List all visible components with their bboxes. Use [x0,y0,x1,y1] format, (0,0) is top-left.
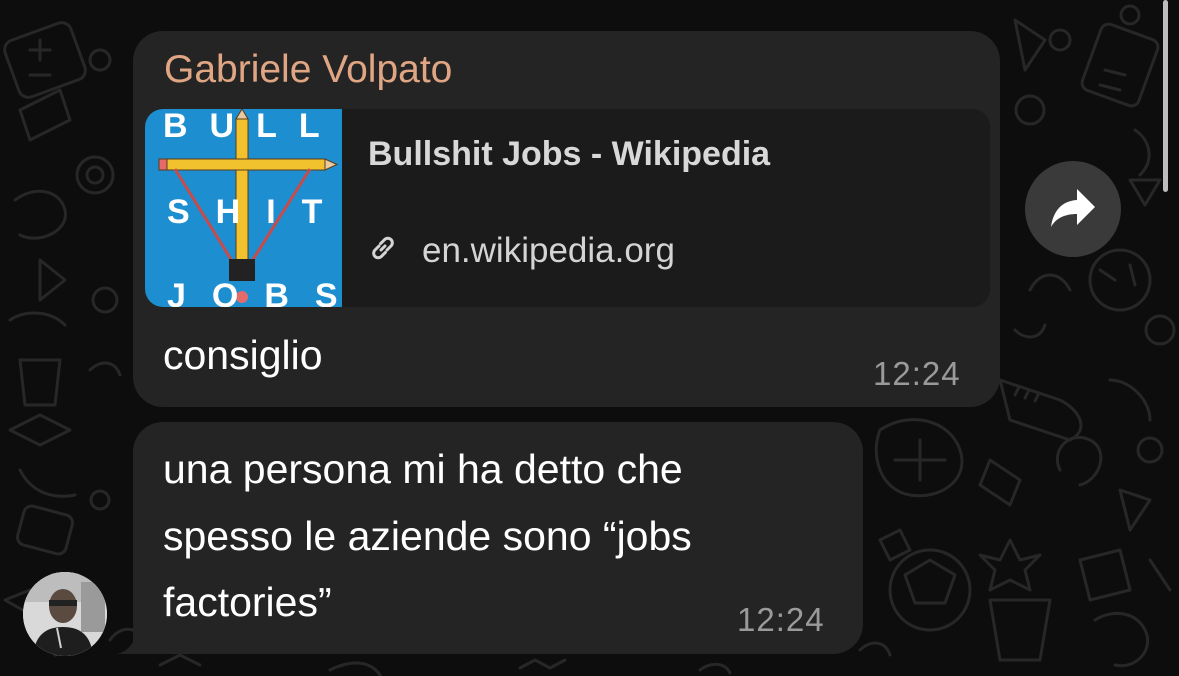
message-text-line: spesso le aziende sono “jobs [163,513,692,559]
message-text-line: factories” [163,579,332,625]
avatar[interactable] [23,572,107,656]
message-text-line: una persona mi ha detto che [163,446,683,492]
link-preview-domain[interactable]: en.wikipedia.org [422,231,675,271]
link-preview-title[interactable]: Bullshit Jobs - Wikipedia [368,135,770,174]
message-timestamp: 12:24 [737,601,825,638]
scrollbar[interactable] [1163,0,1168,192]
sender-name[interactable]: Gabriele Volpato [164,48,452,92]
thumbnail-text-row2: SHIT [167,193,342,231]
chat-background: Gabriele Volpato BULL SHIT JOB Bullshit … [0,0,1179,676]
avatar-photo [23,572,107,656]
link-preview-card[interactable]: BULL SHIT JOBS Bullshit Jobs - Wikipedia… [145,109,990,307]
forward-arrow-icon [1051,189,1095,227]
thumbnail-text-row3: JOBS [167,277,338,307]
message-timestamp: 12:24 [873,355,961,392]
message-text: consiglio [163,332,323,378]
link-preview-thumbnail: BULL SHIT JOBS [145,109,342,307]
link-icon [372,236,394,260]
forward-button[interactable] [1025,161,1121,257]
thumbnail-text-row1: BULL [163,109,342,145]
